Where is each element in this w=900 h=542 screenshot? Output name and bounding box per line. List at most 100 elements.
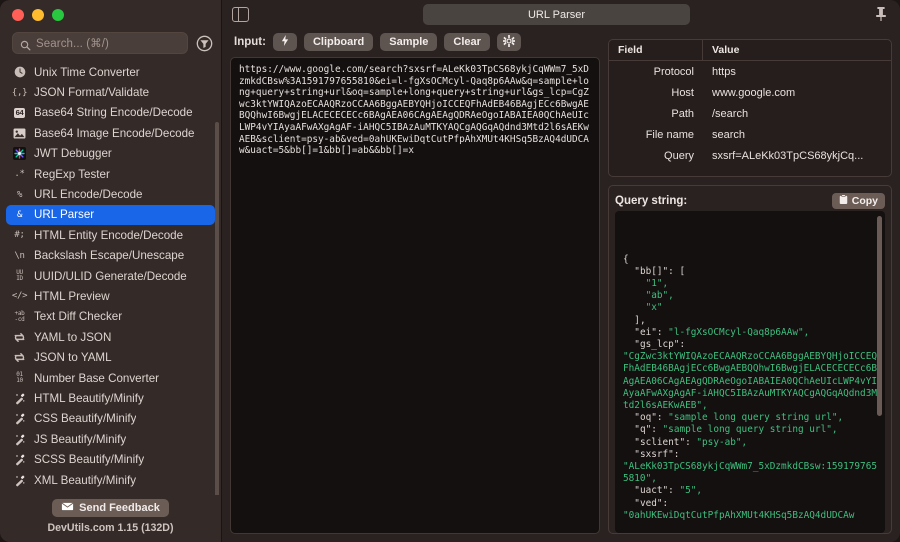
sidebar-item-label: URL Parser: [34, 208, 95, 222]
sidebar-item-js-beautify-minify[interactable]: JS Beautify/Minify: [6, 429, 215, 449]
sidebar-item-xml-beautify-minify[interactable]: XML Beautify/Minify: [6, 470, 215, 490]
tool-list[interactable]: Unix Time Converter {,} JSON Format/Valida…: [0, 60, 221, 495]
close-window-button[interactable]: [12, 9, 24, 21]
sidebar-toggle-icon[interactable]: [232, 7, 249, 22]
sidebar-item-html-preview[interactable]: </> HTML Preview: [6, 286, 215, 306]
hash-semicolon-icon: #;: [14, 230, 25, 241]
jwt-icon: [12, 147, 27, 161]
clear-button-label: Clear: [453, 36, 481, 48]
table-cell-field: File name: [645, 128, 694, 141]
json-line: "oq": "sample long query string url",: [623, 412, 844, 424]
filter-icon[interactable]: [196, 35, 213, 52]
sidebar-item-number-base-converter[interactable]: 01 10 Number Base Converter: [6, 368, 215, 388]
sidebar-item-base64-image-encode-decode[interactable]: Base64 Image Encode/Decode: [6, 123, 215, 143]
table-row[interactable]: Query sxsrf=ALeKk03TpCS68ykjCq...: [609, 145, 891, 166]
sidebar: Search... (⌘/) Unix Time Converter {,} JSO…: [0, 0, 222, 542]
json-line: "x": [623, 302, 663, 314]
swap-arrows-icon: [12, 330, 27, 344]
json-line: "ved":: [623, 497, 674, 509]
sidebar-item-url-encode-decode[interactable]: % URL Encode/Decode: [6, 184, 215, 204]
json-line: "ALeKk03TpCS68ykjCqWWm7_5xDzmkdCBsw:1591…: [623, 461, 877, 485]
query-string-scrollbar[interactable]: [877, 216, 882, 416]
table-cell-value: https: [712, 65, 736, 78]
sidebar-item-label: YAML to JSON: [34, 330, 112, 344]
json-line: "1",: [623, 278, 669, 290]
send-feedback-button[interactable]: Send Feedback: [52, 499, 169, 517]
sidebar-item-label: Backslash Escape/Unescape: [34, 249, 185, 263]
table-row[interactable]: Path/search: [609, 103, 891, 124]
output-pane: Field Value Protocol https Host www.google.…: [608, 29, 892, 534]
sidebar-item-label: Base64 String Encode/Decode: [34, 106, 193, 120]
clock-icon: [12, 65, 27, 79]
sidebar-item-html-beautify-minify[interactable]: HTML Beautify/Minify: [6, 388, 215, 408]
query-string-json[interactable]: { "bb[]": [ "1", "ab", "x" ], "ei": "l-f…: [615, 211, 885, 533]
table-header-row: Field Value: [609, 40, 891, 61]
sidebar-item-label: Unix Time Converter: [34, 65, 140, 79]
regex-asterisk-icon: .*: [14, 169, 25, 180]
uuid-icon: UU ID: [16, 269, 23, 283]
lightning-bolt-icon: [281, 35, 289, 49]
maximize-window-button[interactable]: [52, 9, 64, 21]
table-cell-field: Protocol: [653, 65, 694, 78]
sidebar-item-label: JS Beautify/Minify: [34, 432, 127, 446]
sidebar-item-label: JSON Format/Validate: [34, 86, 150, 100]
table-body: Protocol https Host www.google.com Path/sear…: [609, 61, 891, 166]
clipboard-button-label: Clipboard: [312, 36, 365, 48]
sidebar-item-json-format-validate[interactable]: {,} JSON Format/Validate: [6, 82, 215, 102]
app-window: Search... (⌘/) Unix Time Converter {,} JSO…: [0, 0, 900, 542]
magic-wand-icon: [12, 453, 27, 467]
query-string-title: Query string:: [615, 195, 688, 207]
table-cell-value: search: [712, 128, 746, 141]
titlebar: URL Parser: [222, 0, 900, 29]
sidebar-item-text-diff-checker[interactable]: +ab -cd Text Diff Checker: [6, 307, 215, 327]
json-line: "sxsrf":: [623, 448, 686, 460]
auto-detect-button[interactable]: [272, 33, 297, 51]
sidebar-item-unix-time-converter[interactable]: Unix Time Converter: [6, 62, 215, 82]
sidebar-item-label: RegExp Tester: [34, 167, 110, 181]
sidebar-search-row: Search... (⌘/): [0, 30, 221, 60]
sidebar-item-yaml-to-json[interactable]: YAML to JSON: [6, 327, 215, 347]
sidebar-item-uuid-ulid-generate-decode[interactable]: UU ID UUID/ULID Generate/Decode: [6, 266, 215, 286]
sidebar-item-css-beautify-minify[interactable]: CSS Beautify/Minify: [6, 409, 215, 429]
json-line: "uact": "5",: [623, 485, 703, 497]
sidebar-item-html-entity-encode-decode[interactable]: #; HTML Entity Encode/Decode: [6, 225, 215, 245]
input-textarea[interactable]: https://www.google.com/search?sxsrf=ALeK…: [230, 57, 600, 534]
sidebar-item-scss-beautify-minify[interactable]: SCSS Beautify/Minify: [6, 449, 215, 469]
table-row[interactable]: Protocol https: [609, 61, 891, 82]
table-row[interactable]: File name search: [609, 124, 891, 145]
tab-url-parser[interactable]: URL Parser: [423, 4, 690, 25]
sidebar-item-url-parser[interactable]: & URL Parser: [6, 204, 215, 226]
table-row[interactable]: Host www.google.com: [609, 82, 891, 103]
gear-icon: [502, 34, 515, 50]
settings-button[interactable]: [496, 33, 521, 51]
sidebar-item-base64-string-encode-decode[interactable]: 64 Base64 String Encode/Decode: [6, 103, 215, 123]
copy-button[interactable]: Copy: [831, 193, 885, 209]
json-line: "sclient": "psy-ab",: [623, 436, 748, 448]
minimize-window-button[interactable]: [32, 9, 44, 21]
json-line: ],: [623, 314, 646, 326]
input-toolbar: Input: Clipboard Sample Clear: [230, 29, 600, 55]
clipboard-icon: [839, 194, 848, 208]
column-header-value: Value: [712, 44, 740, 56]
input-label: Input:: [234, 36, 266, 48]
field-value-table: Field Value Protocol https Host www.google.…: [608, 39, 892, 177]
envelope-icon: [61, 502, 75, 514]
sidebar-item-label: HTML Preview: [34, 289, 110, 303]
sidebar-scrollbar[interactable]: [215, 122, 219, 495]
sidebar-item-jwt-debugger[interactable]: JWT Debugger: [6, 144, 215, 164]
sidebar-item-backslash-escape-unescape[interactable]: \n Backslash Escape/Unescape: [6, 246, 215, 266]
table-cell-field: Query: [664, 149, 694, 162]
sidebar-item-regexp-tester[interactable]: .* RegExp Tester: [6, 164, 215, 184]
sidebar-item-label: SCSS Beautify/Minify: [34, 453, 145, 467]
sidebar-item-json-to-yaml[interactable]: JSON to YAML: [6, 347, 215, 367]
image-icon: [12, 126, 27, 140]
search-input[interactable]: Search... (⌘/): [12, 32, 188, 54]
clear-button[interactable]: Clear: [444, 33, 490, 51]
pin-icon[interactable]: [874, 6, 888, 22]
sidebar-item-label: Number Base Converter: [34, 371, 160, 385]
table-cell-field: Path: [671, 107, 694, 120]
magic-wand-icon: [12, 412, 27, 426]
sample-button[interactable]: Sample: [380, 33, 438, 51]
clipboard-button[interactable]: Clipboard: [303, 33, 374, 51]
sidebar-item-label: URL Encode/Decode: [34, 188, 143, 202]
